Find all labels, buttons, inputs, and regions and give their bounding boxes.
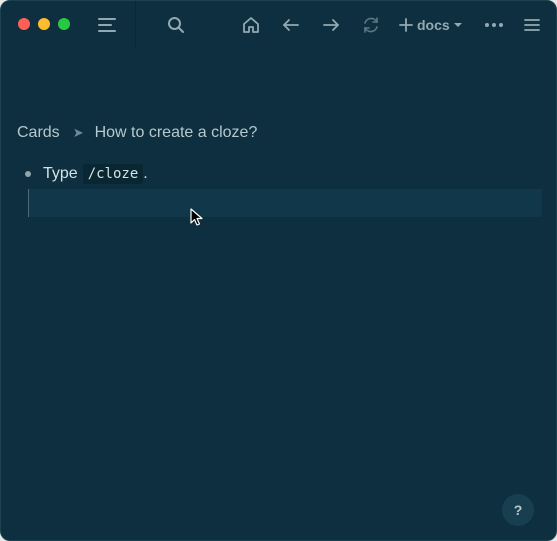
arrow-right-icon[interactable]: [319, 13, 343, 37]
more-icon[interactable]: [482, 13, 506, 37]
sync-icon[interactable]: [359, 13, 383, 37]
sidebar-toggle-icon[interactable]: [95, 13, 119, 37]
app-window: docs Cards ➤ How to create a cloze? Type…: [0, 0, 557, 541]
block-text-end: .: [143, 165, 148, 182]
toolbar-divider: [135, 1, 136, 49]
menu-icon[interactable]: [520, 13, 544, 37]
breadcrumb-current-link[interactable]: How to create a cloze?: [95, 124, 258, 142]
title-bar: docs: [1, 1, 556, 49]
block-text: Type: [43, 165, 78, 182]
maximize-window-button[interactable]: [58, 18, 70, 30]
block-editor[interactable]: [28, 189, 542, 217]
minimize-window-button[interactable]: [38, 18, 50, 30]
block-bullet[interactable]: [25, 171, 31, 177]
home-icon[interactable]: [239, 13, 263, 37]
plus-icon: [399, 18, 413, 32]
chevron-down-icon: [453, 23, 462, 27]
breadcrumb-arrow-icon: ➤: [72, 125, 84, 140]
breadcrumb-parent-link[interactable]: Cards: [17, 124, 60, 142]
help-button[interactable]: ?: [502, 494, 534, 526]
breadcrumb: Cards ➤ How to create a cloze?: [17, 124, 257, 142]
inline-code: /cloze: [82, 164, 144, 184]
arrow-left-icon[interactable]: [279, 13, 303, 37]
new-page-button[interactable]: docs: [399, 13, 462, 37]
search-icon[interactable]: [164, 13, 188, 37]
mouse-pointer-icon: [190, 208, 203, 226]
close-window-button[interactable]: [18, 18, 30, 30]
list-item[interactable]: Type /cloze .: [25, 164, 148, 184]
graph-name-label: docs: [417, 17, 450, 33]
